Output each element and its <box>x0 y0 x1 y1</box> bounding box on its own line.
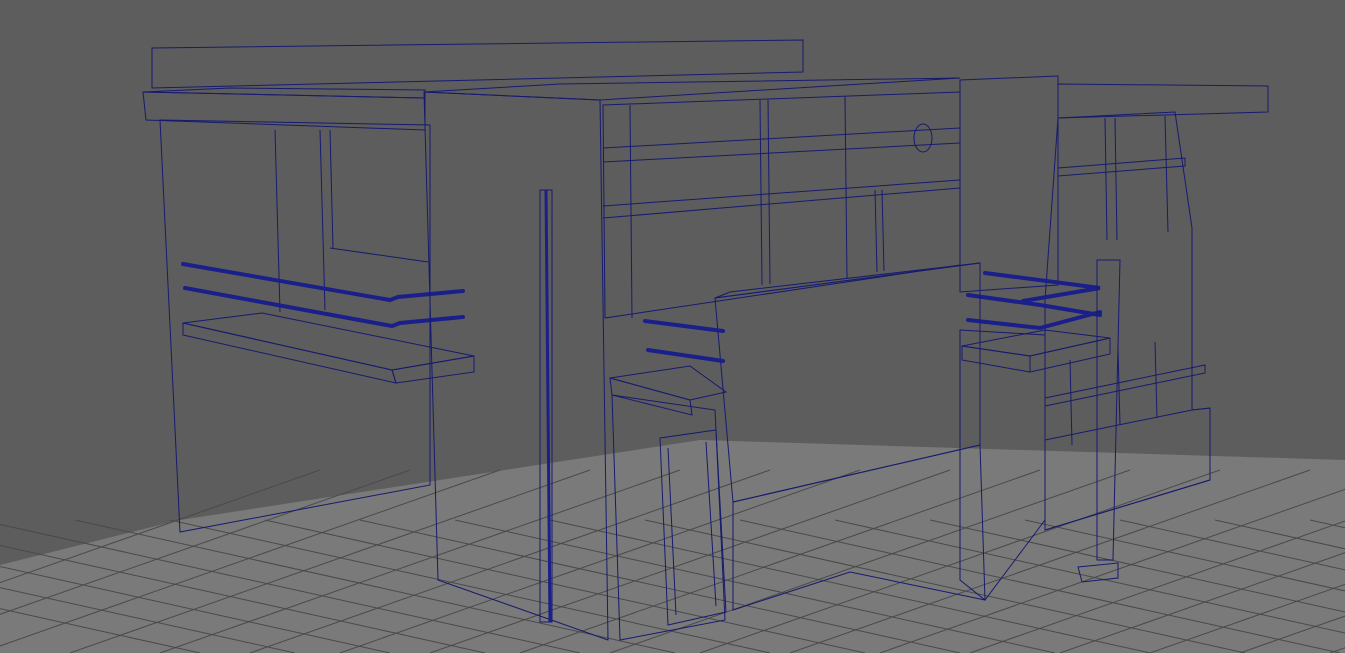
entrance-rail-lower[interactable] <box>646 348 725 363</box>
glazing-band <box>602 142 961 163</box>
upper-glazing[interactable] <box>602 91 961 319</box>
glazing-mullion <box>759 99 763 286</box>
glazing-mullion <box>629 104 633 319</box>
glazing-mullion <box>881 189 885 272</box>
right-balcony-rail-upper[interactable] <box>983 271 1101 303</box>
central-block-top[interactable] <box>423 77 961 101</box>
left-wing-roof-top[interactable] <box>142 87 426 99</box>
right-pillar-front[interactable] <box>959 75 1059 293</box>
glazing-mullion <box>844 95 848 279</box>
entrance-rail-upper[interactable] <box>643 319 725 333</box>
left-balcony-front[interactable] <box>391 355 475 384</box>
right-balcony-front[interactable] <box>961 345 1031 373</box>
left-balcony-side[interactable] <box>182 322 397 384</box>
right-window-mullion <box>1104 117 1108 241</box>
glazing-facade[interactable] <box>602 91 961 319</box>
right-window-mullion <box>1164 115 1169 233</box>
right-balcony-rail-lower[interactable] <box>966 310 1102 331</box>
left-window-mullion <box>274 129 281 313</box>
right-window-mullion <box>1114 117 1118 241</box>
left-window-transom <box>329 247 429 263</box>
glazing-band <box>602 127 961 149</box>
left-window-mullion <box>329 129 334 249</box>
right-lower-sill[interactable] <box>1044 364 1206 407</box>
right-lower-mullion <box>1069 359 1073 446</box>
right-lower-mullion <box>1154 341 1158 419</box>
3d-viewport[interactable] <box>0 0 1345 653</box>
right-lower-mullion <box>1117 349 1121 426</box>
left-window-mullion <box>319 129 326 311</box>
round-window[interactable] <box>913 123 933 153</box>
left-wing-parapet[interactable] <box>151 39 804 89</box>
glazing-mullion <box>767 99 771 285</box>
glazing-mullion <box>874 189 878 273</box>
viewport-canvas[interactable] <box>0 0 1345 653</box>
front-parapet-top[interactable] <box>714 262 981 299</box>
